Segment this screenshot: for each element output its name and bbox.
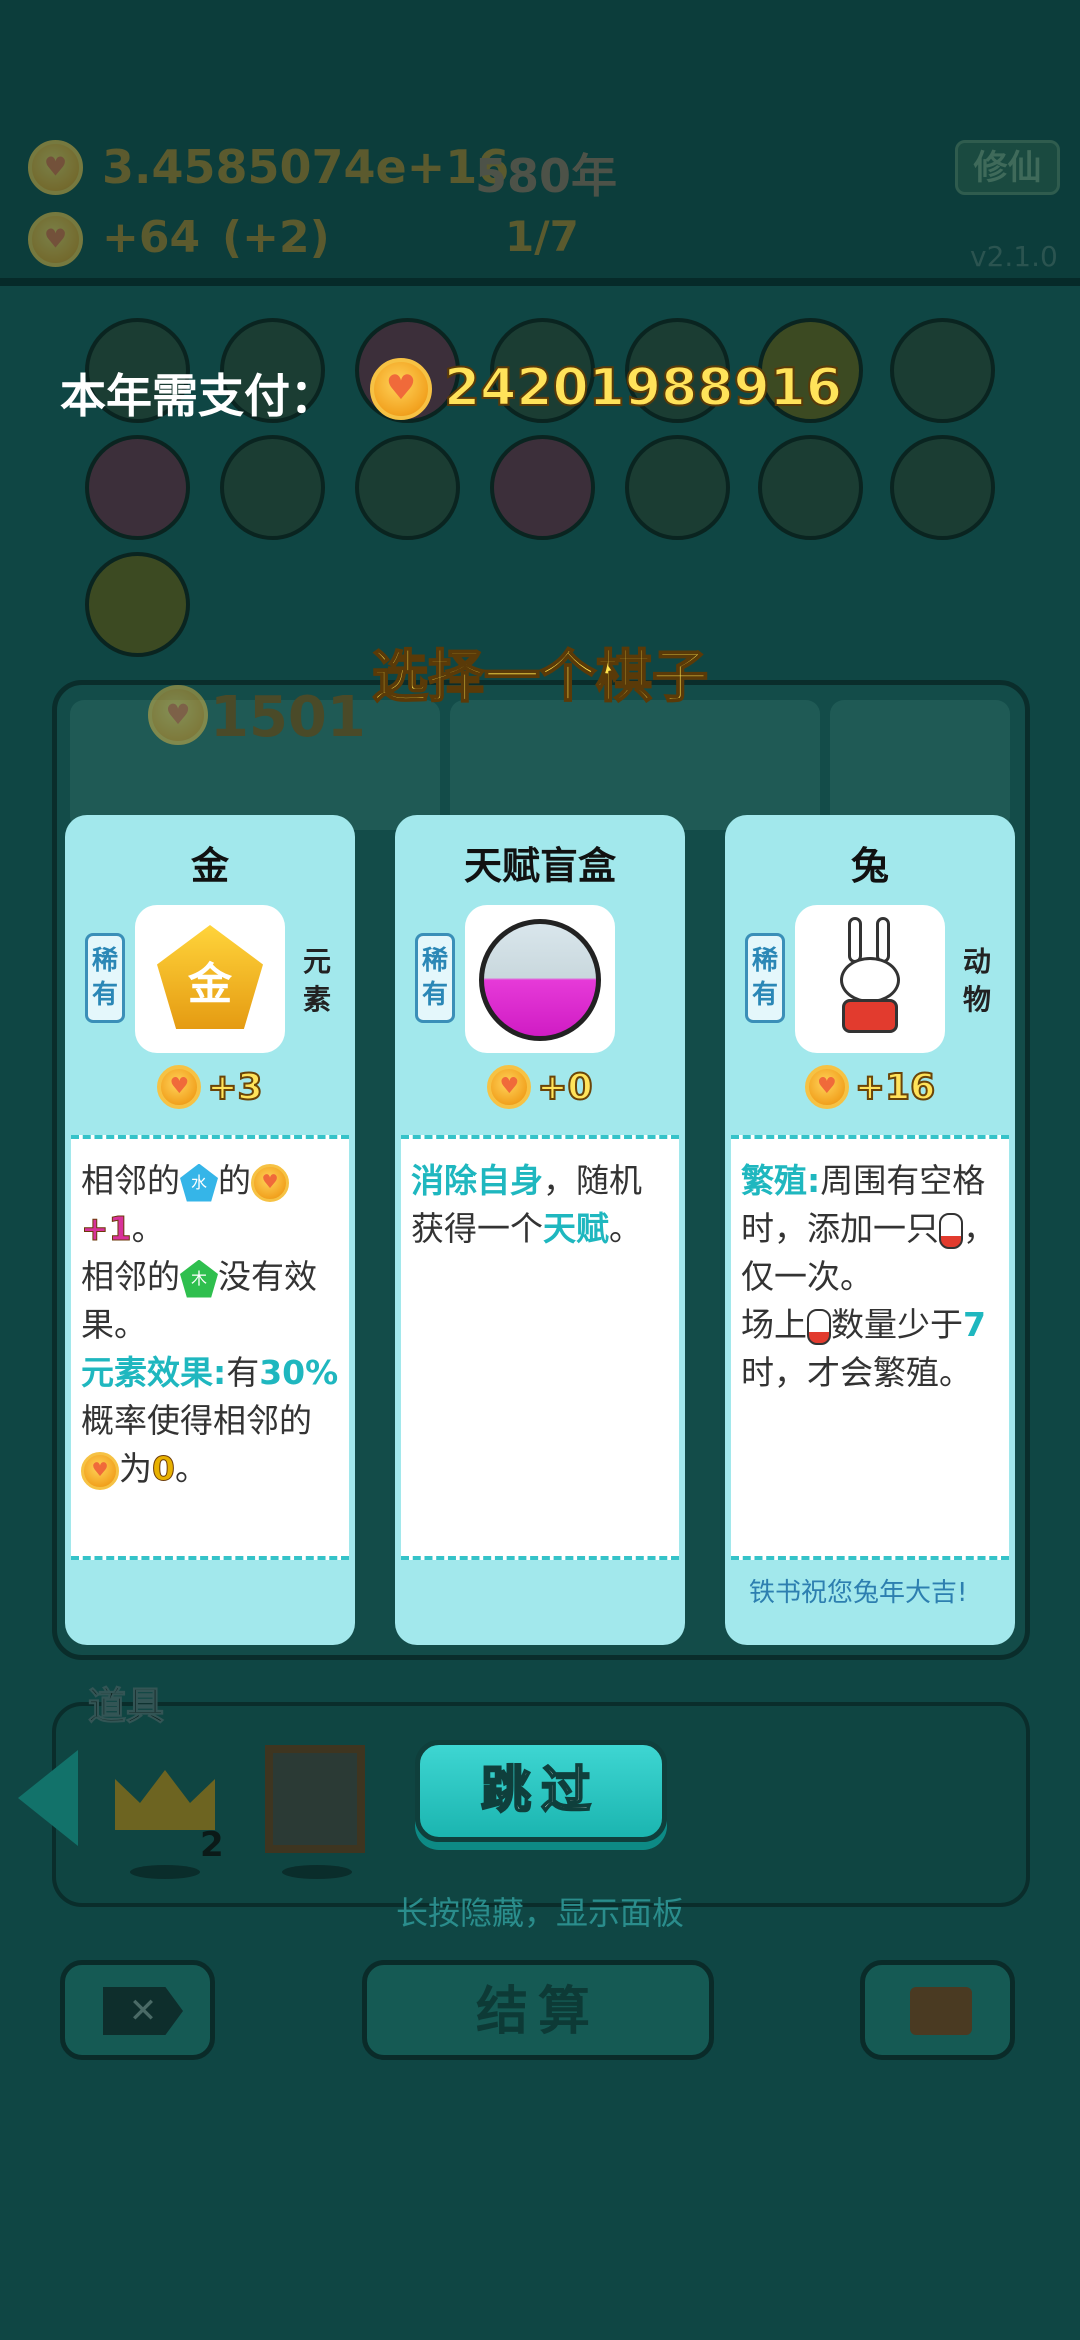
briefcase-icon (910, 1987, 972, 2035)
desc-highlight: 繁殖: (741, 1161, 821, 1200)
card-rabbit[interactable]: 兔 稀有 动物 +16 繁殖:周围有空格时，添加一只，仅一次。 场上数量少于7 … (725, 815, 1015, 1645)
item-slot (220, 435, 325, 540)
card-image: 金 (135, 905, 285, 1053)
gold-pentagon-icon: 金 (157, 925, 263, 1029)
tool-shadow (282, 1865, 352, 1879)
rabbit-icon (840, 917, 900, 1041)
desc-text: 相邻的 (81, 1257, 180, 1296)
desc-text: 概率使得相邻的 (81, 1401, 312, 1440)
card-flavor-text: 铁书祝您兔年大吉! (749, 1578, 968, 1608)
item-slot (490, 435, 595, 540)
desc-text: 有 (226, 1353, 260, 1392)
crown-count: 2 (200, 1825, 224, 1865)
desc-highlight: 天赋 (543, 1209, 609, 1248)
desc-text: 数量少于 (831, 1305, 963, 1344)
card-name: 兔 (850, 844, 889, 888)
desc-number: +1 (81, 1209, 133, 1249)
cultivate-button[interactable]: 修仙 (955, 140, 1060, 195)
income-bonus: (+2) (222, 212, 330, 263)
rarity-badge: 稀有 (415, 933, 455, 1023)
card-gold[interactable]: 金 稀有 金 元素 +3 相邻的水的 +1。 相邻的木没有效果。 元素效果:有3… (65, 815, 355, 1645)
item-slot (758, 435, 863, 540)
hud-divider (0, 278, 1080, 286)
mini-rabbit-icon (807, 1308, 831, 1345)
coin-icon (157, 1065, 202, 1109)
frame-icon[interactable] (265, 1745, 365, 1853)
settle-button[interactable]: 结算 (362, 1960, 714, 2060)
version-label: v2.1.0 (970, 240, 1058, 273)
desc-text: 为 (119, 1449, 152, 1488)
income-coin-icon (28, 212, 83, 267)
water-element-icon: 水 (180, 1163, 218, 1202)
item-slot (85, 435, 190, 540)
desc-highlight: 30% (259, 1353, 339, 1392)
desc-highlight: 消除自身 (411, 1161, 543, 1200)
mini-rabbit-icon (939, 1212, 963, 1249)
coin-icon (251, 1163, 289, 1202)
card-value: +3 (206, 1066, 263, 1109)
skip-button[interactable]: 跳过 (415, 1740, 667, 1842)
card-description: 繁殖:周围有空格时，添加一只 ，仅一次。 场上 数量少于7 时，才会繁殖。 (731, 1135, 1009, 1560)
board-slot (450, 700, 820, 830)
card-talent-box[interactable]: 天赋盲盒 稀有 +0 消除自身，随机获得一个天赋。 (395, 815, 685, 1645)
card-value: +0 (536, 1066, 593, 1109)
card-type: 元素 (302, 945, 331, 1016)
total-coins: 3.4585074e+16 (102, 140, 510, 194)
card-value-row: +0 (395, 1065, 685, 1109)
coin-icon (804, 1065, 849, 1109)
left-arrow-icon[interactable] (18, 1750, 78, 1846)
hide-panel-hint: 长按隐藏，显示面板 (395, 1894, 684, 1932)
card-image (795, 905, 945, 1053)
rarity-badge: 稀有 (745, 933, 785, 1023)
desc-text: 时，才会繁殖。 (741, 1353, 972, 1392)
remove-button[interactable]: ✕ (60, 1960, 215, 2060)
desc-text: 。 (609, 1209, 642, 1248)
card-description: 消除自身，随机获得一个天赋。 (401, 1135, 679, 1560)
desc-number: 0 (152, 1449, 176, 1489)
coin-icon (81, 1451, 119, 1490)
coin-icon (28, 140, 83, 195)
year-counter: 580年 (475, 149, 618, 203)
desc-highlight: 元素效果: (81, 1353, 227, 1392)
item-slot (890, 435, 995, 540)
card-value: +16 (854, 1066, 936, 1109)
close-tag-icon: ✕ (103, 1987, 183, 2035)
payment-amount: 24201988916 (443, 357, 843, 419)
desc-text: 。 (131, 1209, 165, 1248)
round-progress: 1/7 (505, 212, 579, 261)
card-name: 金 (190, 844, 229, 888)
card-type: 动物 (962, 945, 991, 1016)
income-value: +64 (102, 212, 201, 263)
bag-button[interactable] (860, 1960, 1015, 2060)
capsule-toy-icon (479, 919, 601, 1041)
payment-label: 本年需支付： (60, 369, 336, 423)
board-slot (830, 700, 1010, 830)
desc-text: 相邻的 (81, 1161, 180, 1200)
card-image (465, 905, 615, 1053)
coin-icon (370, 358, 432, 420)
tool-shadow (130, 1865, 200, 1879)
desc-text: 。 (174, 1449, 208, 1488)
coin-icon (487, 1065, 532, 1109)
desc-highlight: 7 (963, 1305, 986, 1344)
item-slot (890, 318, 995, 423)
choose-title: 选择一个棋子 (371, 644, 709, 711)
card-value-row: +16 (725, 1065, 1015, 1109)
item-slot (355, 435, 460, 540)
settle-button-label: 结算 (475, 1982, 600, 2042)
wood-element-icon: 木 (180, 1259, 218, 1298)
card-value-row: +3 (65, 1065, 355, 1109)
item-slot (625, 435, 730, 540)
desc-text: 场上 (741, 1305, 807, 1344)
card-description: 相邻的水的 +1。 相邻的木没有效果。 元素效果:有30%概率使得相邻的为0。 (71, 1135, 349, 1560)
rarity-badge: 稀有 (85, 933, 125, 1023)
tools-title: 道具 (87, 1684, 165, 1729)
desc-text: 的 (218, 1161, 251, 1200)
card-name: 天赋盲盒 (463, 844, 616, 888)
